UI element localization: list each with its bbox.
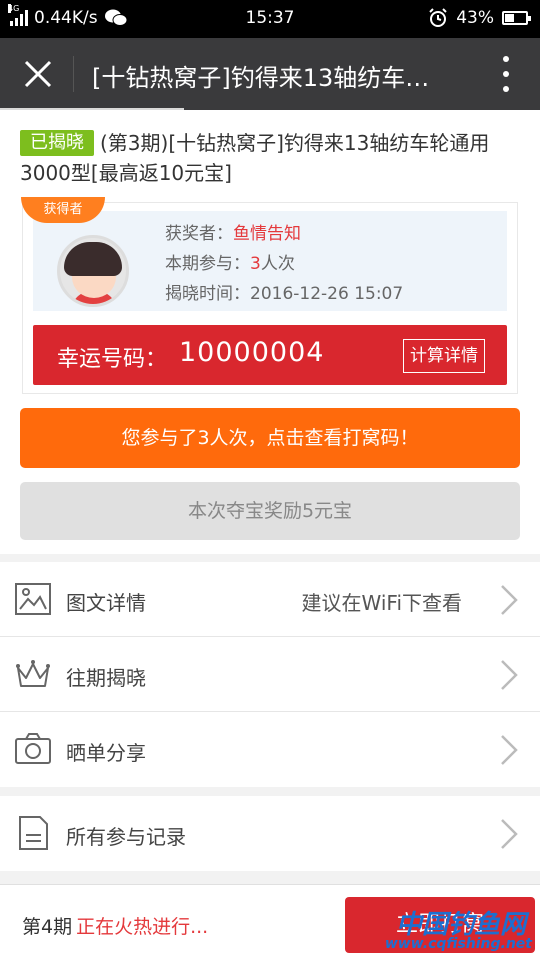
title-divider <box>73 56 74 92</box>
lucky-number-bar: 幸运号码： 10000004 计算详情 <box>33 325 507 385</box>
title-bar: [十钻热窝子]钓得来13轴纺车轮通用3000型[最高返10元宝] <box>0 38 540 110</box>
chevron-right-icon <box>501 735 518 765</box>
chevron-right-icon <box>501 660 518 690</box>
battery-percent: 43% <box>456 8 494 28</box>
participation-count: 3 <box>250 254 261 274</box>
alarm-icon <box>429 8 447 27</box>
lucky-number-label: 幸运号码： <box>57 347 168 372</box>
winner-ribbon: 获得者 <box>21 197 105 237</box>
page-title: [十钻热窝子]钓得来13轴纺车轮通用3000型[最高返10元宝] <box>92 64 452 92</box>
chevron-right-icon <box>501 819 518 849</box>
participation-label: 本期参与： <box>165 254 250 274</box>
menu-dot-icon <box>503 56 509 62</box>
calc-details-button[interactable]: 计算详情 <box>403 339 485 373</box>
winner-avatar[interactable] <box>57 235 129 307</box>
next-period: 第4期 正在火热进行... <box>22 912 208 939</box>
list-item-all-records[interactable]: 所有参与记录 <box>0 796 540 871</box>
participation-unit: 人次 <box>260 254 295 274</box>
participation-row: 本期参与：3人次 <box>165 249 295 274</box>
document-icon <box>19 816 48 850</box>
more-menu-button[interactable] <box>498 56 514 92</box>
reveal-time: 2016-12-26 15:07 <box>250 284 404 304</box>
reveal-time-label: 揭晓时间： <box>165 284 250 304</box>
list-item-past-reveals[interactable]: 往期揭晓 <box>0 637 540 712</box>
watermark: 中国钓鱼网 www.cqfishing.net <box>375 904 540 960</box>
winner-row: 获奖者：鱼情告知 <box>165 219 301 244</box>
winner-name[interactable]: 鱼情告知 <box>233 224 301 244</box>
watermark-url: www.cqfishing.net <box>384 936 532 952</box>
reward-notice: 本次夺宝奖励5元宝 <box>20 482 520 540</box>
product-section: 已揭晓 (第3期)[十钻热窝子]钓得来13轴纺车轮通用3000型[最高返10元宝]… <box>0 110 540 554</box>
menu-dot-icon <box>503 86 509 92</box>
list-item-label: 所有参与记录 <box>66 825 186 849</box>
winner-label: 获奖者： <box>165 224 233 244</box>
crown-icon <box>16 660 50 687</box>
battery-icon <box>502 11 531 25</box>
list-item-label: 图文详情 <box>66 591 146 615</box>
revealed-badge: 已揭晓 <box>20 130 94 156</box>
status-right: 43% <box>428 8 531 28</box>
records-list: 所有参与记录 <box>0 796 540 871</box>
winner-card: 获奖者：鱼情告知 本期参与：3人次 揭晓时间：2016-12-26 15:07 … <box>21 197 518 394</box>
lucky-number: 10000004 <box>179 337 325 368</box>
menu-dot-icon <box>503 71 509 77</box>
camera-icon <box>15 733 51 764</box>
view-codes-button[interactable]: 您参与了3人次，点击查看打窝码！ <box>20 408 520 468</box>
list-item-share[interactable]: 晒单分享 <box>0 712 540 787</box>
chevron-right-icon <box>501 585 518 615</box>
list-item-label: 往期揭晓 <box>66 666 146 690</box>
winner-ribbon-label: 获得者 <box>21 197 105 223</box>
period-label: 第4期 <box>22 916 73 938</box>
wifi-note: 建议在WiFi下查看 <box>301 591 463 615</box>
list-item-label: 晒单分享 <box>66 741 146 765</box>
list-item-details[interactable]: 图文详情 建议在WiFi下查看 <box>0 562 540 637</box>
status-bar: 4G 0.44K/s 15:37 43% <box>0 0 540 38</box>
detail-list: 图文详情 建议在WiFi下查看 往期揭晓 晒单分享 <box>0 562 540 787</box>
image-icon <box>15 583 51 615</box>
close-button[interactable] <box>18 54 58 94</box>
reveal-time-row: 揭晓时间：2016-12-26 15:07 <box>165 279 403 304</box>
period-status: 正在火热进行... <box>76 916 209 938</box>
product-title-block: 已揭晓 (第3期)[十钻热窝子]钓得来13轴纺车轮通用3000型[最高返10元宝] <box>20 128 520 188</box>
